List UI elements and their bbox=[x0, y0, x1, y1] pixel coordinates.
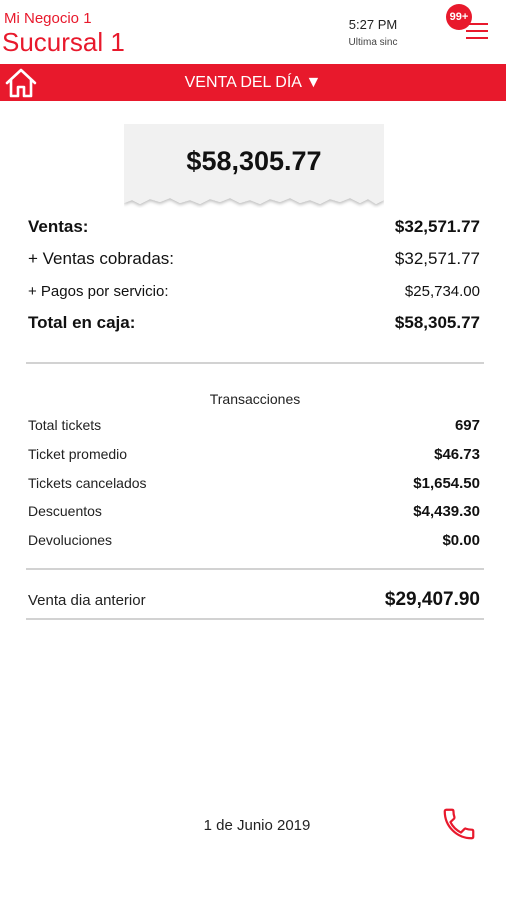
phone-icon[interactable] bbox=[440, 805, 478, 843]
transactions-title: Transacciones bbox=[209, 391, 301, 407]
business-name: Mi Negocio 1 bbox=[4, 10, 92, 27]
branch-name[interactable]: Sucursal 1 bbox=[2, 27, 125, 58]
hamburger-menu-icon[interactable] bbox=[466, 23, 488, 39]
summary-value: $58,305.77 bbox=[394, 313, 480, 332]
transaction-label: Descuentos bbox=[28, 503, 102, 519]
transaction-value: $1,654.50 bbox=[413, 475, 480, 492]
summary-label: + Pagos por servicio: bbox=[28, 283, 169, 300]
report-date[interactable]: 1 de Junio 2019 bbox=[150, 817, 364, 834]
sync-time: 5:27 PM bbox=[348, 17, 398, 32]
divider bbox=[26, 618, 484, 620]
home-icon[interactable] bbox=[4, 66, 38, 99]
summary-value: $32,571.77 bbox=[394, 249, 480, 268]
transaction-value: $0.00 bbox=[442, 532, 480, 549]
previous-day-value: $29,407.90 bbox=[384, 589, 480, 610]
previous-day-label: Venta dia anterior bbox=[28, 592, 146, 609]
transaction-value: 697 bbox=[454, 417, 480, 434]
transaction-value: $4,439.30 bbox=[413, 503, 480, 520]
transaction-value: $46.73 bbox=[434, 446, 480, 463]
transaction-label: Tickets cancelados bbox=[28, 475, 147, 491]
transaction-label: Total tickets bbox=[28, 417, 102, 433]
summary-label: + Ventas cobradas: bbox=[28, 249, 175, 268]
period-selector[interactable]: VENTA DEL DÍA ▼ bbox=[160, 64, 346, 101]
summary-label: Ventas: bbox=[28, 217, 89, 236]
summary-label: Total en caja: bbox=[28, 313, 136, 332]
notification-badge[interactable]: 99+ bbox=[446, 4, 472, 30]
divider bbox=[26, 568, 484, 570]
summary-value: $25,734.00 bbox=[404, 283, 480, 300]
previous-day-row: Venta dia anterior $29,407.90 bbox=[28, 589, 480, 615]
total-amount: $58,305.77 bbox=[186, 146, 322, 176]
summary-value: $32,571.77 bbox=[394, 217, 480, 236]
sync-label: Ultima sinc bbox=[348, 37, 398, 48]
divider bbox=[26, 362, 484, 364]
transaction-label: Ticket promedio bbox=[28, 446, 128, 462]
transaction-label: Devoluciones bbox=[28, 532, 113, 548]
